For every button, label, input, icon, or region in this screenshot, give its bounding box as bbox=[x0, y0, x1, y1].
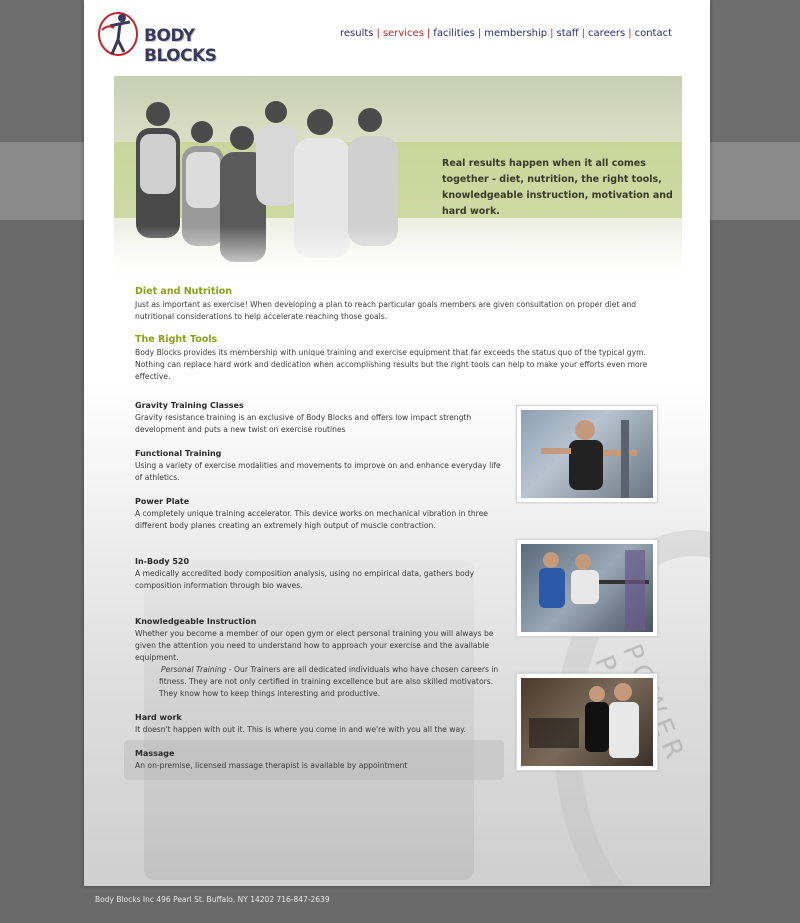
inbody-text: A medically accredited body composition … bbox=[135, 569, 475, 590]
photo-functional-training bbox=[516, 539, 658, 637]
photo-trainers-figures bbox=[529, 683, 639, 758]
nav-separator: | bbox=[581, 28, 586, 39]
diet-heading: Diet and Nutrition bbox=[135, 286, 232, 297]
powerplate-text: A completely unique training accelerator… bbox=[135, 509, 488, 530]
massage-text: An on-premise, licensed massage therapis… bbox=[135, 761, 408, 770]
nav-separator: | bbox=[550, 28, 554, 39]
main-nav: results | services | facilities | membership | s… bbox=[340, 28, 672, 39]
nav-careers[interactable]: careers bbox=[588, 28, 625, 39]
nav-contact[interactable]: contact bbox=[635, 28, 672, 39]
photo-gravity-figure bbox=[541, 420, 637, 498]
diet-text: Just as important as exercise! When deve… bbox=[135, 300, 637, 321]
nav-separator: | bbox=[426, 28, 431, 39]
nav-separator: | bbox=[628, 28, 632, 39]
gravity-text: Gravity resistance training is an exclus… bbox=[135, 413, 472, 434]
photo-functional-figures bbox=[539, 550, 649, 630]
footer-address: Body Blocks Inc 496 Pearl St. Buffalo, N… bbox=[95, 895, 330, 904]
tools-heading: The Right Tools bbox=[135, 334, 218, 345]
hero-tagline: Real results happen when it all comes to… bbox=[442, 158, 673, 217]
tools-text: Body Blocks provides its membership with… bbox=[135, 348, 648, 381]
personal-training-label: Personal Training bbox=[161, 665, 227, 674]
powerplate-heading: Power Plate bbox=[135, 497, 190, 506]
nav-facilities[interactable]: facilities bbox=[433, 28, 475, 39]
knowledge-text: Whether you become a member of our open … bbox=[135, 629, 494, 662]
nav-separator: | bbox=[376, 28, 380, 39]
hardwork-text: It doesn't happen with out it. This is w… bbox=[135, 725, 466, 734]
logo-link[interactable]: BODY BLOCKS bbox=[96, 8, 266, 66]
nav-membership[interactable]: membership bbox=[484, 28, 547, 39]
photo-personal-training bbox=[516, 673, 658, 771]
hero-fade bbox=[114, 226, 682, 282]
logo-mark-icon bbox=[98, 12, 138, 56]
knowledge-heading: Knowledgeable Instruction bbox=[135, 617, 257, 626]
photo-gravity-training bbox=[516, 405, 658, 503]
inbody-heading: In-Body 520 bbox=[135, 557, 190, 566]
nav-services[interactable]: services bbox=[383, 28, 424, 39]
nav-separator: | bbox=[477, 28, 482, 39]
functional-heading: Functional Training bbox=[135, 449, 222, 458]
page-container: POWER PLATE BODY BLOCKS results|services… bbox=[84, 0, 710, 886]
nav-staff[interactable]: staff bbox=[557, 28, 579, 39]
logo-text: BODY BLOCKS bbox=[144, 26, 217, 66]
hero-banner: Real results happen when it all comes to… bbox=[114, 76, 682, 282]
hardwork-heading: Hard work bbox=[135, 713, 182, 722]
personal-training-text: Personal Training - Our Trainers are all… bbox=[159, 664, 499, 700]
background-machine-image bbox=[144, 560, 474, 880]
nav-results[interactable]: results bbox=[340, 28, 374, 39]
gravity-heading: Gravity Training Classes bbox=[135, 401, 244, 410]
functional-text: Using a variety of exercise modalities a… bbox=[135, 461, 501, 482]
massage-heading: Massage bbox=[135, 749, 175, 758]
